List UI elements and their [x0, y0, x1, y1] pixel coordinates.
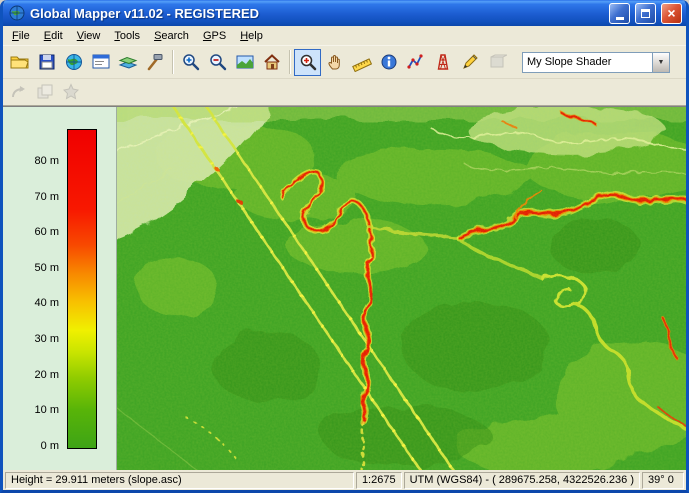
- zoom-out-icon: [209, 54, 226, 71]
- minimize-button[interactable]: [609, 2, 630, 24]
- zoom-tool-button[interactable]: [294, 48, 321, 76]
- app-icon: [9, 5, 25, 21]
- menu-file[interactable]: File: [5, 28, 37, 44]
- tower-icon: [437, 54, 448, 70]
- ruler-icon: [351, 58, 372, 72]
- maximize-button[interactable]: [635, 2, 656, 24]
- control-center-button[interactable]: [87, 49, 114, 76]
- status-bar: Height = 29.911 meters (slope.asc) 1:267…: [3, 470, 686, 490]
- disabled-vertices-button[interactable]: [6, 81, 32, 104]
- home-button[interactable]: [258, 49, 285, 76]
- shader-combo[interactable]: My Slope Shader ▼: [522, 51, 670, 73]
- digitizer-tool-button[interactable]: [456, 49, 483, 76]
- legend-tick: 20 m: [34, 369, 59, 381]
- feature-info-button[interactable]: [375, 49, 402, 76]
- disabled-tool-button[interactable]: [483, 49, 510, 76]
- globe-icon: [65, 54, 82, 70]
- shader-combo-value: My Slope Shader: [527, 56, 612, 68]
- legend-tick: 0 m: [40, 440, 59, 452]
- elevation-gradient-bar: [67, 129, 97, 449]
- status-height: Height = 29.911 meters (slope.asc): [5, 471, 354, 489]
- open-file-button[interactable]: [6, 49, 33, 76]
- toolbar-secondary: [3, 79, 686, 106]
- control-center-icon: [92, 54, 109, 69]
- toolbar-separator: [289, 50, 290, 74]
- menu-search[interactable]: Search: [147, 28, 196, 44]
- measure-tool-button[interactable]: [348, 49, 375, 76]
- disabled-tool-icon: [490, 54, 507, 68]
- pencil-icon: [462, 54, 478, 69]
- path-profile-icon: [406, 54, 423, 69]
- configuration-button[interactable]: [141, 49, 168, 76]
- info-icon: [381, 54, 396, 70]
- bent-arrow-icon: [12, 86, 25, 98]
- map-area: 80 m 70 m 60 m 50 m 40 m 30 m 20 m 10 m …: [3, 106, 686, 470]
- path-profile-button[interactable]: [402, 49, 429, 76]
- windows-copy-icon: [37, 84, 53, 99]
- legend-tick: 60 m: [34, 226, 59, 238]
- zoom-in-button[interactable]: [177, 49, 204, 76]
- menu-tools[interactable]: Tools: [107, 28, 147, 44]
- save-button[interactable]: [33, 49, 60, 76]
- legend-tick: 70 m: [34, 191, 59, 203]
- status-scale: 1:2675: [355, 471, 402, 489]
- minimize-icon: [615, 16, 624, 20]
- view-3d-button[interactable]: [429, 49, 456, 76]
- pan-tool-button[interactable]: [321, 49, 348, 76]
- overlay-options-button[interactable]: [114, 49, 141, 76]
- disabled-effects-button[interactable]: [58, 81, 84, 104]
- legend-tick: 10 m: [34, 404, 59, 416]
- map-view[interactable]: [117, 107, 686, 470]
- zoom-in-icon: [182, 54, 199, 71]
- legend-tick: 30 m: [34, 333, 59, 345]
- full-extent-icon: [236, 55, 253, 69]
- toolbar-main: My Slope Shader ▼: [3, 46, 686, 79]
- online-data-button[interactable]: [60, 49, 87, 76]
- floppy-save-icon: [39, 54, 54, 70]
- window-title: Global Mapper v11.02 - REGISTERED: [30, 5, 260, 21]
- legend-tick: 50 m: [34, 262, 59, 274]
- status-position: UTM (WGS84) - ( 289675.258, 4322526.236 …: [403, 471, 640, 489]
- layers-icon: [118, 56, 137, 69]
- disabled-copy-button[interactable]: [32, 81, 58, 104]
- status-angle: 39° 0: [642, 471, 684, 489]
- menu-help[interactable]: Help: [233, 28, 270, 44]
- full-view-button[interactable]: [231, 49, 258, 76]
- legend-tick: 40 m: [34, 297, 59, 309]
- star-burst-icon: [62, 83, 80, 100]
- zoom-out-button[interactable]: [204, 49, 231, 76]
- zoom-tool-icon: [300, 54, 316, 71]
- menu-edit[interactable]: Edit: [37, 28, 70, 44]
- titlebar: Global Mapper v11.02 - REGISTERED ×: [3, 0, 686, 26]
- menu-bar: File Edit View Tools Search GPS Help: [3, 26, 686, 46]
- slope-raster: [117, 107, 686, 470]
- elevation-legend: 80 m 70 m 60 m 50 m 40 m 30 m 20 m 10 m …: [3, 107, 117, 470]
- legend-tick: 80 m: [34, 155, 59, 167]
- hammer-config-icon: [147, 54, 162, 71]
- chevron-down-icon[interactable]: ▼: [652, 52, 669, 72]
- folder-open-icon: [10, 56, 29, 69]
- hand-pan-icon: [327, 54, 340, 70]
- menu-view[interactable]: View: [70, 28, 108, 44]
- menu-gps[interactable]: GPS: [196, 28, 233, 44]
- app-window: Global Mapper v11.02 - REGISTERED × File…: [0, 0, 689, 493]
- close-button[interactable]: ×: [661, 2, 682, 24]
- toolbar-separator: [172, 50, 173, 74]
- maximize-icon: [641, 8, 650, 18]
- home-icon: [263, 54, 280, 70]
- close-icon: ×: [667, 5, 676, 21]
